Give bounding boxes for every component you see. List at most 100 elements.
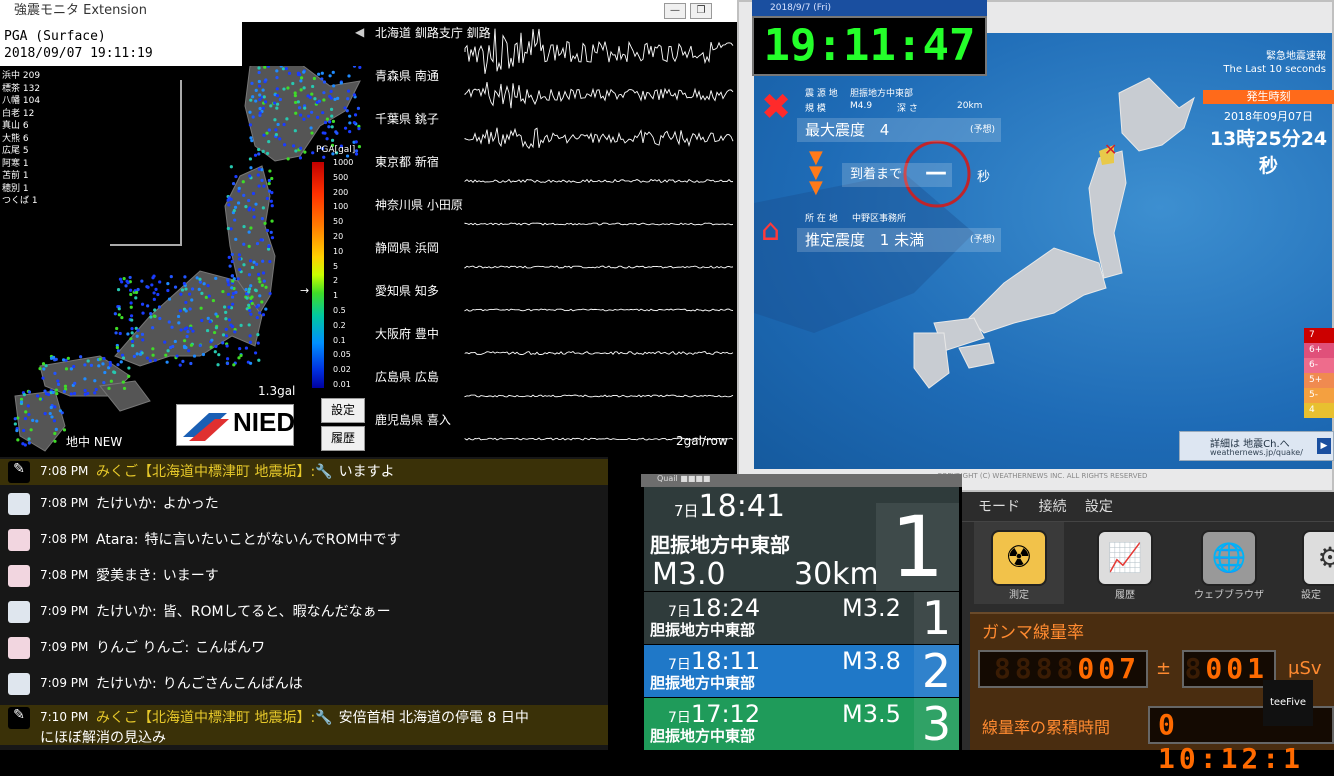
chat-time: 7:08 PM: [40, 496, 89, 510]
collapse-arrow-icon[interactable]: ◀: [355, 25, 364, 39]
epicenter-cross-icon: ✖: [761, 87, 792, 128]
epicenter-label: 震 源 地: [805, 89, 838, 99]
scale-tick-label: 100: [333, 202, 349, 212]
settings-button[interactable]: 設定: [321, 398, 365, 423]
document-icon: [8, 601, 30, 623]
station-label: 鹿児島県 喜入: [375, 413, 451, 427]
quake-channel-link[interactable]: 詳細は 地震Ch.へ weathernews.jp/quake/ ▶: [1179, 431, 1334, 461]
scale-tick-label: 0.01: [333, 380, 351, 389]
latest-quake-magnitude: M3.0: [652, 557, 726, 592]
legend-item: 7: [1304, 328, 1334, 343]
quake-time: 18:41: [698, 489, 786, 524]
chat-author[interactable]: みくご【北海道中標津町 地震垢】:🔧: [96, 710, 333, 726]
chat-time: 7:09 PM: [40, 676, 89, 690]
pen-icon: ✎: [8, 707, 30, 729]
station-label: 静岡県 浜岡: [375, 241, 439, 255]
quake-history-row[interactable]: 7日18:24 胆振地方中東部 M3.2 1: [644, 592, 959, 644]
arrival-unit: 秒: [977, 170, 991, 185]
gamma-menubar: モード 接続 設定: [962, 492, 1334, 522]
station-label: 青森県 南通: [375, 69, 439, 83]
tool-settings[interactable]: ⚙ 設定: [1288, 522, 1334, 604]
occur-time: 13時25分24秒: [1209, 128, 1328, 177]
quake-row-clock: 18:11: [690, 647, 761, 675]
nied-logo-text: NIED: [233, 407, 296, 437]
approach-arrows-icon: ▼ ▼ ▼: [809, 147, 823, 198]
chat-message: 7:08 PM Atara: 特に言いたいことがないんでROM中です: [0, 527, 608, 553]
chat-author[interactable]: 愛美まき:: [96, 568, 157, 584]
tool-label: 履歴: [1115, 590, 1135, 601]
max-intensity-label: 最大震度: [805, 121, 866, 139]
tool-browser[interactable]: 🌐 ウェブブラウザ: [1184, 522, 1274, 604]
menu-settings[interactable]: 設定: [1085, 499, 1113, 515]
quake-row-intensity: 2: [914, 645, 959, 697]
quake-day: 7日: [674, 502, 699, 520]
chat-author[interactable]: たけいか:: [96, 676, 157, 692]
est-intensity-label: 推定震度: [805, 231, 866, 249]
clock-time: 19:11:47: [763, 20, 976, 71]
quake-row-day: 7日: [668, 604, 691, 620]
avatar-icon: [8, 565, 30, 587]
gal-per-row: 2gal/row: [676, 434, 728, 448]
pga-datetime: 2018/09/07 19:11:19: [4, 46, 153, 61]
scale-tick-label: 20: [333, 232, 344, 241]
cumulative-time-label: 線量率の累積時間: [982, 718, 1111, 737]
chat-author[interactable]: たけいか:: [96, 604, 157, 620]
tool-history[interactable]: 📈 履歴: [1080, 522, 1170, 604]
chat-message: ✎ 7:10 PM みくご【北海道中標津町 地震垢】:🔧 安倍首相 北海道の停電 8 …: [0, 705, 608, 746]
quake-row-magnitude: M3.5: [842, 700, 901, 728]
quake-history-row[interactable]: 7日17:12 胆振地方中東部 M3.5 3: [644, 698, 959, 750]
latest-quake-card[interactable]: 7日18:41 胆振地方中東部 M3.0 30km 1: [644, 487, 959, 592]
inset-divider: [180, 80, 182, 245]
site-item: 八幡 104: [2, 96, 41, 106]
scale-tick-label: 200: [333, 187, 349, 197]
quake-row-location: 胆振地方中東部: [650, 621, 756, 639]
scale-tick-label: 1000: [333, 158, 354, 167]
chat-text: 皆、ROMしてると、暇なんだなぁー: [162, 604, 391, 620]
latest-quake-depth: 30km: [794, 557, 879, 592]
max-intensity-value: 4: [879, 121, 890, 139]
history-button[interactable]: 履歴: [321, 426, 365, 451]
restore-button[interactable]: ❐: [690, 3, 712, 19]
chat-text: いまーす: [162, 568, 219, 584]
minimize-button[interactable]: —: [664, 3, 686, 19]
radiation-icon: ☢: [991, 530, 1047, 586]
eew-clock: 19:11:47: [752, 16, 987, 76]
document-icon: [8, 493, 30, 515]
site-item: 阿寒 1: [2, 158, 29, 169]
station-label: 広島県 広島: [375, 370, 439, 384]
latest-quake-location: 胆振地方中東部: [650, 533, 790, 557]
gamma-rate-display: 8888007: [978, 650, 1148, 688]
chat-author[interactable]: Atara:: [96, 532, 138, 548]
station-label: 愛知県 知多: [375, 284, 439, 298]
quake-row-location: 胆振地方中東部: [650, 674, 756, 692]
max-intensity-row: 最大震度 4 (予想): [797, 118, 1001, 142]
current-gal: 1.3gal: [258, 384, 296, 398]
ground-mode-label: 地中 NEW: [66, 435, 123, 449]
quake-row-time: 7日17:12: [668, 700, 760, 728]
plusminus-sign: ±: [1156, 658, 1172, 679]
quake-row-intensity: 1: [914, 592, 959, 644]
magnitude-value: M4.9: [850, 101, 873, 111]
chat-author[interactable]: みくご【北海道中標津町 地震垢】:🔧: [96, 464, 333, 480]
quake-history-row[interactable]: 7日18:11 胆振地方中東部 M3.8 2: [644, 645, 959, 697]
tool-measure[interactable]: ☢ 測定: [974, 522, 1064, 604]
quake-row-day: 7日: [668, 710, 691, 726]
menu-mode[interactable]: モード: [978, 499, 1020, 515]
chat-author[interactable]: たけいか:: [96, 496, 157, 512]
menu-connect[interactable]: 接続: [1038, 499, 1066, 515]
legend-item: 5-: [1304, 388, 1334, 403]
gamma-error-value: 001: [1205, 652, 1268, 685]
inset-divider-bottom: [110, 244, 182, 246]
chat-text: よかった: [162, 496, 219, 512]
gear-icon: ⚙: [1302, 530, 1334, 586]
chat-text: 安倍首相 北海道の停電 8 日中: [338, 710, 529, 726]
chat-message: 7:09 PM たけいか: りんごさんこんばんは: [0, 671, 608, 697]
forecast-note: (予想): [969, 235, 995, 245]
chat-time: 7:09 PM: [40, 640, 89, 654]
scale-tick-label: 0.05: [333, 350, 351, 360]
link-url: weathernews.jp/quake/: [1210, 448, 1303, 457]
gamma-rate-value: 007: [1077, 652, 1140, 685]
tool-label: 設定: [1301, 590, 1321, 601]
chat-author[interactable]: りんご りんご:: [96, 640, 189, 656]
chat-time: 7:09 PM: [40, 604, 89, 618]
